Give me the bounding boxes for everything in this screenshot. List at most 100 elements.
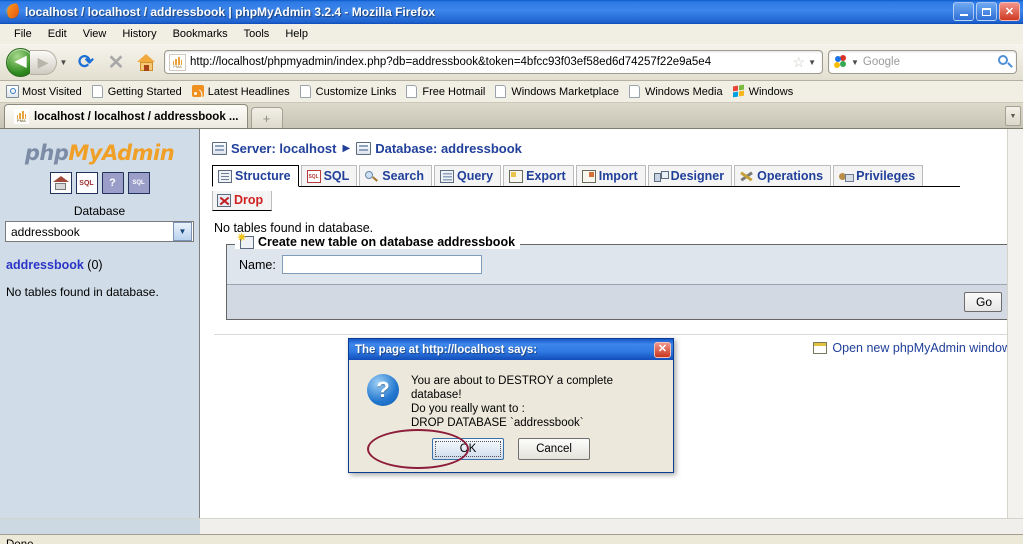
reload-button[interactable]: ⟳	[72, 48, 100, 76]
page-icon	[406, 84, 419, 99]
horizontal-scrollbar[interactable]	[0, 518, 1023, 534]
bookmark-label: Windows Media	[644, 85, 723, 98]
database-label: Database	[73, 204, 126, 218]
tab-designer[interactable]: Designer	[647, 165, 733, 186]
tab-label: Import	[598, 169, 638, 183]
tab-label: SQL	[323, 169, 350, 183]
bookmark-free-hotmail[interactable]: Free Hotmail	[406, 84, 486, 99]
tab-strip: PMA localhost / localhost / addressbook …	[0, 103, 1023, 129]
bookmark-windows[interactable]: Windows	[732, 84, 793, 99]
database-select[interactable]: addressbook ▼	[5, 221, 194, 242]
tab-query[interactable]: Query	[433, 165, 502, 186]
dialog-ok-button[interactable]: OK	[432, 438, 504, 460]
home-icon[interactable]	[49, 172, 72, 194]
breadcrumb: Server: localhost ▶ Database: addressboo…	[212, 141, 1015, 156]
menu-help[interactable]: Help	[277, 26, 316, 42]
import-icon	[581, 169, 596, 183]
tab-export[interactable]: Export	[503, 165, 574, 186]
bookmark-getting-started[interactable]: Getting Started	[91, 84, 182, 99]
window-titlebar: localhost / localhost / addressbook | ph…	[0, 0, 1023, 24]
scrollbar-thumb[interactable]	[0, 519, 200, 534]
drop-row: Drop	[212, 191, 1015, 211]
bookmark-most-visited[interactable]: Most Visited	[6, 84, 82, 99]
database-icon	[356, 142, 372, 155]
page-icon	[299, 84, 313, 99]
tab-import[interactable]: Import	[575, 165, 646, 186]
vertical-scrollbar[interactable]	[1007, 129, 1023, 518]
question-mark-icon: ?	[367, 374, 399, 406]
page-icon	[91, 84, 105, 99]
table-name-label: Name:	[239, 257, 276, 272]
browser-tab-phpmyadmin[interactable]: PMA localhost / localhost / addressbook …	[4, 104, 248, 128]
new-tab-button[interactable]: +	[250, 107, 283, 128]
home-button[interactable]	[132, 48, 160, 76]
menu-history[interactable]: History	[114, 26, 164, 42]
bookmark-windows-marketplace[interactable]: Windows Marketplace	[495, 84, 619, 99]
bookmark-customize-links[interactable]: Customize Links	[299, 84, 396, 99]
sidebar-database-link[interactable]: addressbook	[6, 258, 84, 272]
url-input[interactable]: http://localhost/phpmyadmin/index.php?db…	[190, 56, 791, 68]
window-title: localhost / localhost / addressbook | ph…	[25, 5, 436, 19]
phpmyadmin-logo: phpMyAdmin	[0, 141, 199, 165]
create-new-table-legend: Create new table on database addressbook	[235, 231, 521, 249]
breadcrumb-server[interactable]: Server: localhost	[231, 141, 337, 156]
chevron-down-icon[interactable]: ▼	[849, 58, 863, 67]
close-icon[interactable]: ✕	[654, 341, 671, 358]
bookmark-label: Windows Marketplace	[511, 85, 619, 98]
documentation-icon[interactable]: ?	[101, 172, 124, 194]
sidebar-no-tables-note: No tables found in database.	[6, 285, 159, 299]
no-tables-message: No tables found in database.	[214, 221, 374, 235]
minimize-button[interactable]	[953, 2, 974, 21]
menu-file[interactable]: File	[6, 26, 40, 42]
chevron-down-icon[interactable]: ▼	[57, 58, 70, 67]
bookmark-latest-headlines[interactable]: Latest Headlines	[191, 84, 290, 99]
table-name-input[interactable]	[281, 255, 482, 274]
logo-php: php	[24, 141, 69, 165]
javascript-confirm-dialog: The page at http://localhost says: ✕ ? Y…	[348, 338, 674, 473]
menu-tools[interactable]: Tools	[236, 26, 278, 42]
logo-my: My	[68, 141, 102, 165]
maximize-button[interactable]	[976, 2, 997, 21]
tab-search[interactable]: Search	[359, 165, 432, 186]
search-icon	[365, 170, 379, 183]
designer-icon	[653, 170, 669, 183]
tab-list-icon[interactable]: ▼	[1005, 106, 1021, 126]
pma-favicon-icon: PMA	[14, 109, 29, 124]
menu-bookmarks[interactable]: Bookmarks	[165, 26, 236, 42]
chevron-down-icon[interactable]: ▼	[173, 222, 192, 241]
create-new-table-body: Name:	[227, 245, 1012, 284]
tab-structure[interactable]: Structure	[212, 165, 299, 187]
query-icon	[439, 169, 454, 183]
go-button[interactable]: Go	[964, 292, 1002, 312]
tab-privileges[interactable]: Privileges	[833, 165, 924, 186]
tab-operations[interactable]: Operations	[734, 165, 832, 186]
menu-edit[interactable]: Edit	[40, 26, 75, 42]
search-bar[interactable]: ▼ Google	[828, 50, 1017, 74]
drop-database-button[interactable]: Drop	[212, 191, 273, 211]
tab-label: Privileges	[856, 169, 916, 183]
dialog-cancel-button[interactable]: Cancel	[518, 438, 590, 460]
bookmark-label: Latest Headlines	[207, 85, 290, 98]
bookmark-label: Free Hotmail	[422, 85, 486, 98]
chevron-down-icon[interactable]: ▼	[807, 58, 819, 67]
breadcrumb-database[interactable]: Database: addressbook	[375, 141, 522, 156]
sql-help-icon[interactable]: SQL	[127, 172, 150, 194]
url-bar[interactable]: PMA http://localhost/phpmyadmin/index.ph…	[164, 50, 823, 74]
search-icon[interactable]	[998, 54, 1013, 70]
bookmark-star-icon[interactable]: ☆	[791, 54, 808, 71]
dialog-footer: OK Cancel	[349, 429, 673, 472]
menu-view[interactable]: View	[75, 26, 115, 42]
structure-icon	[218, 169, 232, 183]
new-table-icon	[237, 231, 254, 249]
close-button[interactable]: ✕	[999, 2, 1020, 21]
page-viewport: phpMyAdmin SQL ? SQL Database addressboo…	[0, 129, 1023, 518]
search-input[interactable]: Google	[863, 56, 998, 68]
phpmyadmin-sidebar: phpMyAdmin SQL ? SQL Database addressboo…	[0, 129, 200, 518]
sidebar-database-row: addressbook (0)	[6, 258, 199, 272]
tab-sql[interactable]: SQL SQL	[300, 165, 358, 186]
sql-window-icon[interactable]: SQL	[75, 172, 98, 194]
operations-icon	[740, 170, 754, 183]
open-new-phpmyadmin-window-link[interactable]: Open new phpMyAdmin window	[832, 341, 1011, 355]
bookmarks-toolbar: Most Visited Getting Started Latest Head…	[0, 81, 1023, 103]
bookmark-windows-media[interactable]: Windows Media	[628, 84, 723, 99]
